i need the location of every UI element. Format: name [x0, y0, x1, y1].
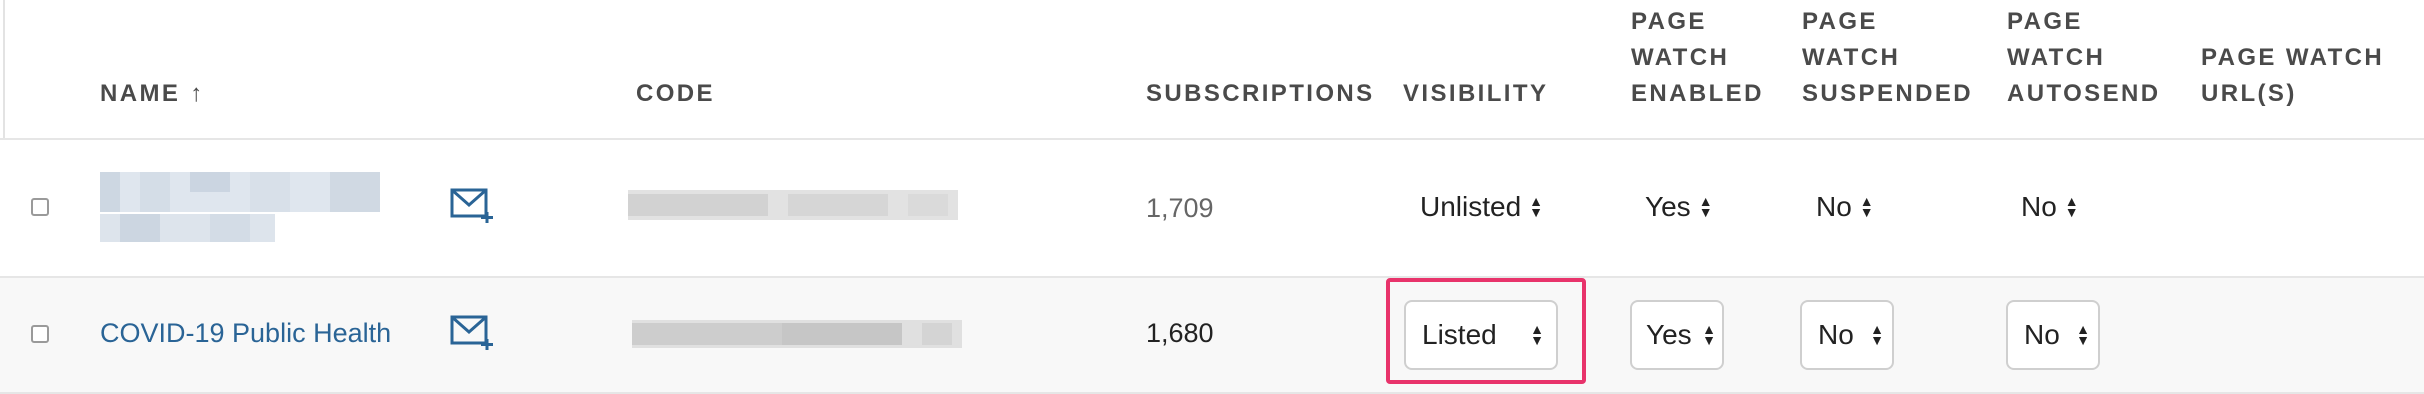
row-select-checkbox[interactable]	[31, 325, 49, 343]
page-watch-enabled-select[interactable]: Yes ▲ ▼	[1630, 300, 1724, 370]
up-down-caret-icon: ▲ ▼	[1870, 321, 1884, 348]
up-down-caret-icon: ▲ ▼	[2064, 193, 2079, 220]
mail-add-icon[interactable]	[450, 315, 494, 351]
row-select-checkbox[interactable]	[31, 198, 49, 216]
column-header-page-watch-autosend[interactable]: PAGE WATCH AUTOSEND	[2007, 0, 2160, 138]
sort-ascending-icon[interactable]: ↑	[190, 76, 204, 112]
up-down-caret-icon: ▲ ▼	[1529, 193, 1544, 220]
name-redacted[interactable]	[100, 172, 380, 242]
code-redacted	[628, 190, 958, 220]
topics-table: NAME ↑ CODE SUBSCRIPTIONS VISIBILITY PAG…	[0, 0, 2424, 394]
up-down-caret-icon: ▲ ▼	[1859, 193, 1874, 220]
page-watch-enabled-value: Yes	[1646, 319, 1692, 350]
page-watch-suspended-select[interactable]: No ▲ ▼	[1800, 300, 1894, 370]
column-header-page-watch-enabled[interactable]: PAGE WATCH ENABLED	[1631, 0, 1764, 138]
column-header-visibility[interactable]: VISIBILITY	[1403, 0, 1548, 138]
column-header-name-label: NAME	[100, 80, 181, 107]
page-watch-autosend-select[interactable]: No ▲ ▼	[2021, 190, 2079, 224]
page-watch-autosend-value: No	[2024, 319, 2060, 350]
page-watch-suspended-value: No	[1818, 319, 1854, 350]
page-watch-enabled-value: Yes	[1645, 191, 1691, 222]
up-down-caret-icon: ▲ ▼	[1702, 321, 1716, 348]
subscriptions-count: 1,680	[1146, 318, 1214, 348]
table-header: NAME ↑ CODE SUBSCRIPTIONS VISIBILITY PAG…	[0, 0, 2424, 140]
table-row: 1,709 Unlisted ▲ ▼ Yes ▲ ▼ No ▲ ▼ No ▲ ▼	[0, 140, 2424, 278]
visibility-select[interactable]: Unlisted ▲ ▼	[1420, 190, 1543, 224]
table-row: COVID-19 Public Health 1,680 Listed ▲▼	[0, 278, 2424, 394]
page-watch-autosend-select[interactable]: No ▲ ▼	[2006, 300, 2100, 370]
page-watch-suspended-select[interactable]: No ▲ ▼	[1816, 190, 1874, 224]
visibility-highlight-box	[1386, 278, 1586, 384]
column-header-name[interactable]: NAME ↑	[100, 0, 205, 138]
page-watch-enabled-select[interactable]: Yes ▲ ▼	[1645, 190, 1713, 224]
subscriptions-count: 1,709	[1146, 193, 1214, 223]
column-header-page-watch-suspended[interactable]: PAGE WATCH SUSPENDED	[1802, 0, 1973, 138]
up-down-caret-icon: ▲ ▼	[1698, 193, 1713, 220]
column-header-page-watch-urls[interactable]: PAGE WATCH URL(S)	[2201, 0, 2384, 138]
code-redacted	[632, 320, 962, 348]
up-down-caret-icon: ▲ ▼	[2076, 321, 2090, 348]
page-watch-suspended-value: No	[1816, 191, 1852, 222]
mail-add-icon[interactable]	[450, 188, 494, 224]
visibility-value: Unlisted	[1420, 191, 1522, 222]
topic-name-link[interactable]: COVID-19 Public Health	[100, 317, 391, 349]
column-header-code[interactable]: CODE	[636, 0, 715, 138]
column-header-subscriptions[interactable]: SUBSCRIPTIONS	[1146, 0, 1375, 138]
page-watch-autosend-value: No	[2021, 191, 2057, 222]
